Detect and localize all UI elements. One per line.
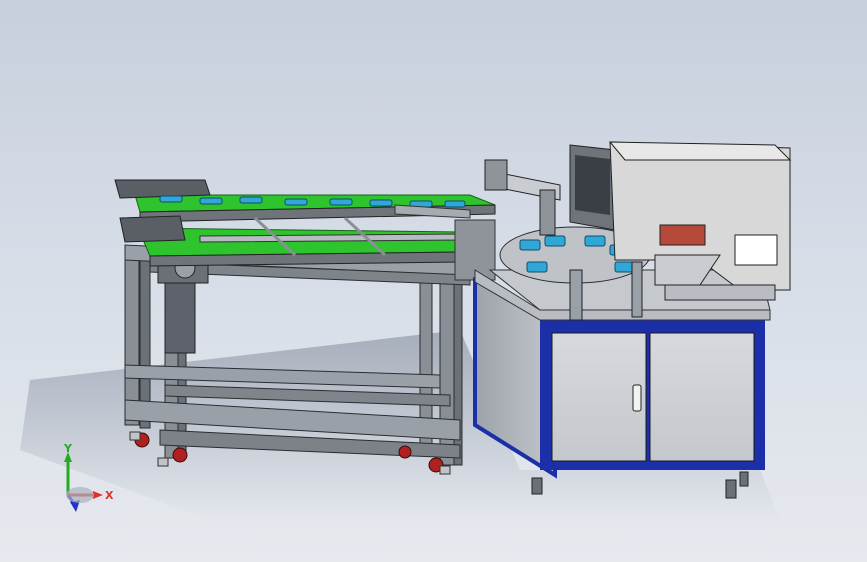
- coordinate-triad: Y X: [63, 442, 114, 512]
- cad-3d-viewport[interactable]: Y X: [0, 0, 867, 562]
- drive-motor[interactable]: [157, 254, 209, 354]
- hmi-touch-panel[interactable]: [569, 144, 616, 231]
- cabinet-door-handle[interactable]: [632, 384, 642, 412]
- control-cabinet[interactable]: [473, 269, 771, 499]
- x-axis-label: X: [105, 489, 114, 502]
- x-axis-arrowhead: [93, 491, 103, 499]
- belt-conveyor-lower[interactable]: [119, 215, 461, 267]
- triad-origin: [66, 487, 94, 503]
- y-axis-label: Y: [63, 442, 73, 455]
- machine-assembly-model[interactable]: [0, 0, 867, 562]
- pneumatic-cylinder[interactable]: [484, 159, 561, 236]
